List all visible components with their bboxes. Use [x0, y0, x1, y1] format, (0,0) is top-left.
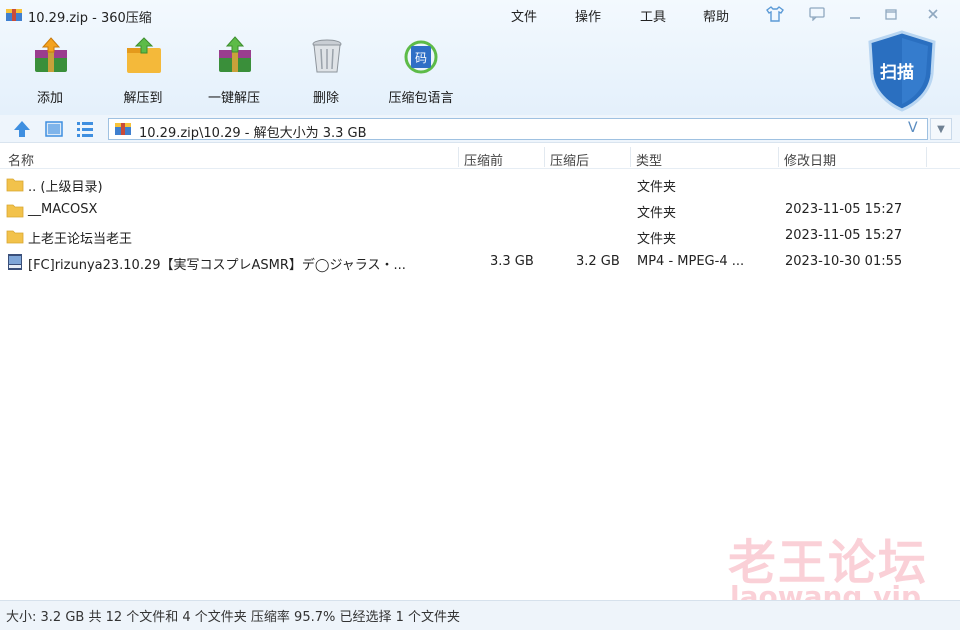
- archive-language-glyph: 码: [415, 51, 427, 65]
- column-divider[interactable]: [630, 147, 631, 167]
- list-view-icon[interactable]: [75, 119, 95, 139]
- file-after: 3.2 GB: [576, 254, 620, 269]
- minimize-icon[interactable]: [842, 4, 868, 24]
- column-name[interactable]: 名称: [8, 150, 34, 169]
- path-field[interactable]: 10.29.zip\10.29 - 解包大小为 3.3 GB V: [108, 118, 928, 141]
- file-type: 文件夹: [637, 206, 677, 221]
- file-name: __MACOSX: [28, 202, 98, 217]
- window-chrome: 10.29.zip - 360压缩 文件 操作 工具 帮助 添加 解压到 一键解…: [0, 0, 960, 115]
- address-bar: 10.29.zip\10.29 - 解包大小为 3.3 GB V ▼: [0, 115, 960, 143]
- column-modified[interactable]: 修改日期: [784, 150, 836, 169]
- column-header: 名称 压缩前 压缩后 类型 修改日期: [0, 145, 960, 169]
- column-before[interactable]: 压缩前: [464, 150, 503, 169]
- archive-language-icon: 码: [404, 40, 438, 74]
- file-name: [FC]rizunya23.10.29【実写コスプレASMR】デ◯ジャラス・..…: [28, 258, 406, 273]
- menu-tools[interactable]: 工具: [640, 6, 666, 25]
- thumbnail-view-icon[interactable]: [44, 119, 64, 139]
- file-before: 3.3 GB: [490, 254, 534, 269]
- feedback-icon[interactable]: [804, 4, 830, 24]
- add-label: 添加: [36, 91, 63, 106]
- column-divider[interactable]: [458, 147, 459, 167]
- list-item[interactable]: [FC]rizunya23.10.29【実写コスプレASMR】デ◯ジャラス・..…: [0, 249, 960, 275]
- video-file-icon: [8, 254, 22, 270]
- file-date: 2023-10-30 01:55: [785, 254, 903, 269]
- file-name: 上老王论坛当老王: [28, 232, 133, 247]
- delete-button[interactable]: 删除: [288, 36, 364, 108]
- menu-operation[interactable]: 操作: [575, 6, 601, 25]
- scan-label: 扫描: [880, 63, 914, 83]
- menu-help[interactable]: 帮助: [703, 6, 729, 25]
- menu-file[interactable]: 文件: [511, 6, 537, 25]
- folder-icon: [6, 178, 24, 192]
- add-button[interactable]: 添加: [12, 36, 88, 108]
- extract-to-button[interactable]: 解压到: [105, 36, 181, 108]
- column-divider[interactable]: [778, 147, 779, 167]
- column-divider[interactable]: [926, 147, 927, 167]
- app-icon: [6, 9, 22, 21]
- list-item[interactable]: .. (上级目录) 文件夹: [0, 171, 960, 197]
- list-item[interactable]: 上老王论坛当老王 文件夹 2023-11-05 15:27: [0, 223, 960, 249]
- one-click-extract-label: 一键解压: [207, 91, 260, 106]
- file-name: .. (上级目录): [28, 180, 103, 195]
- delete-icon: [312, 39, 342, 73]
- column-divider[interactable]: [544, 147, 545, 167]
- folder-icon: [6, 204, 24, 218]
- one-click-extract-button[interactable]: 一键解压: [196, 36, 272, 108]
- zip-file-icon: [115, 123, 131, 135]
- scan-button[interactable]: 扫描: [866, 30, 938, 112]
- file-type: 文件夹: [637, 232, 677, 247]
- status-text: 大小: 3.2 GB 共 12 个文件和 4 个文件夹 压缩率 95.7% 已经…: [6, 610, 461, 625]
- one-click-extract-icon: [219, 36, 251, 72]
- window-title: 10.29.zip - 360压缩: [28, 11, 152, 26]
- close-icon[interactable]: [920, 4, 946, 24]
- extract-to-label: 解压到: [123, 91, 163, 106]
- file-date: 2023-11-05 15:27: [785, 228, 903, 243]
- archive-language-label: 压缩包语言: [388, 91, 454, 106]
- file-type: 文件夹: [637, 180, 677, 195]
- column-type[interactable]: 类型: [636, 150, 662, 169]
- path-history-toggle[interactable]: V: [908, 120, 918, 136]
- delete-label: 删除: [312, 91, 339, 106]
- skin-icon[interactable]: [762, 4, 788, 24]
- file-type: MP4 - MPEG-4 ...: [637, 254, 745, 269]
- path-text: 10.29.zip\10.29 - 解包大小为 3.3 GB: [139, 126, 367, 141]
- column-after[interactable]: 压缩后: [550, 150, 589, 169]
- list-item[interactable]: __MACOSX 文件夹 2023-11-05 15:27: [0, 197, 960, 223]
- title-bar: 10.29.zip - 360压缩 文件 操作 工具 帮助: [0, 0, 960, 30]
- up-arrow-icon[interactable]: [12, 119, 32, 139]
- restore-icon[interactable]: [878, 4, 904, 24]
- archive-language-button[interactable]: 码 压缩包语言: [381, 36, 461, 108]
- file-date: 2023-11-05 15:27: [785, 202, 903, 217]
- extract-to-icon: [127, 37, 161, 73]
- folder-icon: [6, 230, 24, 244]
- status-bar: 大小: 3.2 GB 共 12 个文件和 4 个文件夹 压缩率 95.7% 已经…: [0, 600, 960, 630]
- add-archive-icon: [35, 37, 67, 72]
- chevron-down-icon[interactable]: ▼: [930, 118, 952, 140]
